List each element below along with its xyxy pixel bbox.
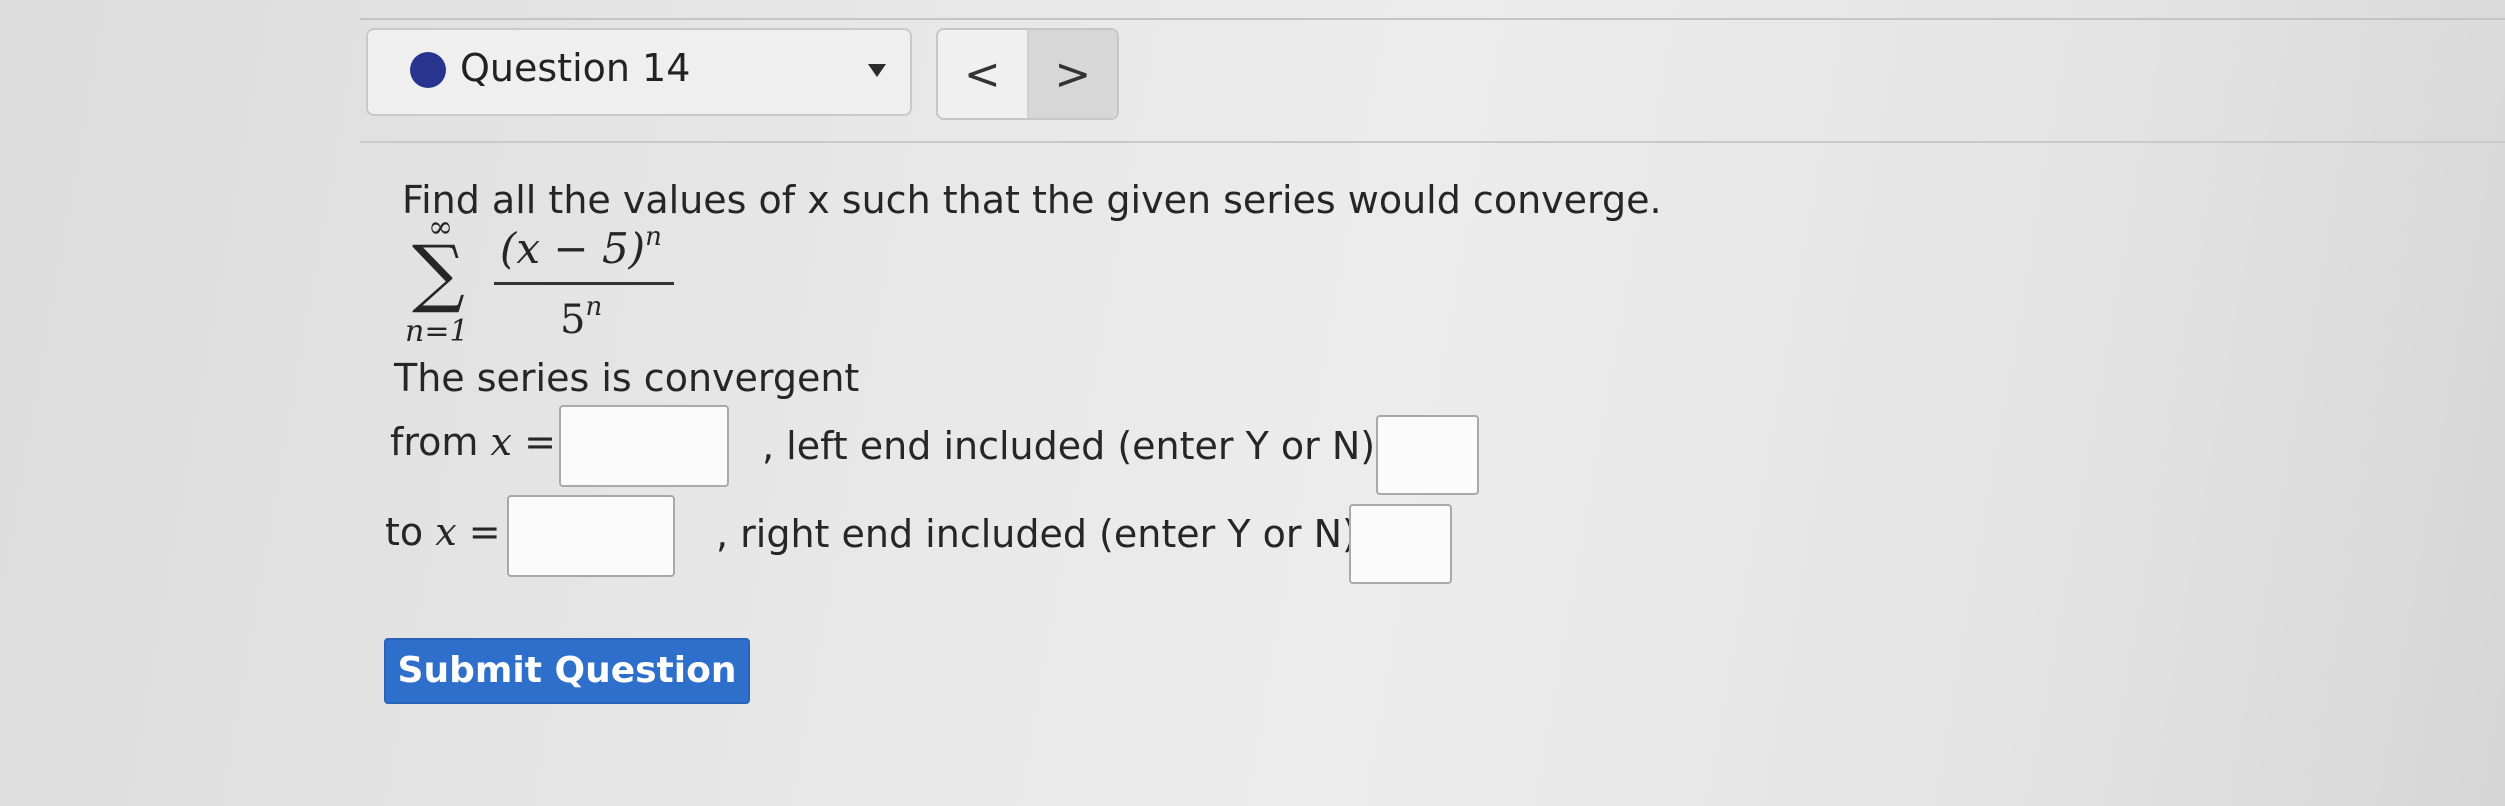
submit-question-button[interactable]: Submit Question: [384, 638, 750, 704]
from-word: from: [390, 420, 479, 464]
from-variable: x: [490, 420, 512, 464]
to-equals: =: [468, 510, 501, 554]
sum-lower-limit: n=1: [405, 314, 469, 349]
series-numerator: (x − 5)n: [500, 222, 662, 273]
left-end-input[interactable]: [1376, 415, 1479, 495]
to-x-input[interactable]: [507, 495, 675, 577]
from-equals: =: [524, 420, 556, 464]
right-end-input[interactable]: [1349, 504, 1452, 584]
from-label: from x =: [390, 420, 556, 464]
to-label: to x =: [385, 510, 501, 554]
header-divider: [360, 141, 2505, 143]
to-variable: x: [435, 510, 457, 554]
next-question-button[interactable]: >: [1028, 30, 1117, 118]
prev-question-button[interactable]: <: [938, 30, 1029, 118]
question-nav: < >: [936, 28, 1119, 120]
left-end-label: , left end included (enter Y or N):: [762, 424, 1388, 468]
question-title: Question 14: [460, 46, 691, 90]
convergent-statement: The series is convergent: [394, 356, 860, 400]
numerator-exponent: n: [645, 222, 662, 252]
from-x-input[interactable]: [559, 405, 729, 487]
sum-symbol: ∑: [412, 230, 465, 316]
denominator-base: 5: [560, 297, 586, 343]
top-divider: [360, 18, 2505, 20]
to-word: to: [385, 510, 424, 554]
question-selector[interactable]: Question 14: [366, 28, 912, 116]
status-dot-icon: [410, 52, 446, 88]
question-prompt: Find all the values of x such that the g…: [402, 178, 1662, 222]
fraction-bar: [494, 282, 674, 285]
numerator-base: (x − 5): [500, 224, 646, 273]
dropdown-caret-icon: [868, 64, 886, 77]
denominator-exponent: n: [585, 292, 603, 322]
right-end-label: , right end included (enter Y or N):: [716, 512, 1370, 556]
series-denominator: 5n: [560, 292, 602, 343]
